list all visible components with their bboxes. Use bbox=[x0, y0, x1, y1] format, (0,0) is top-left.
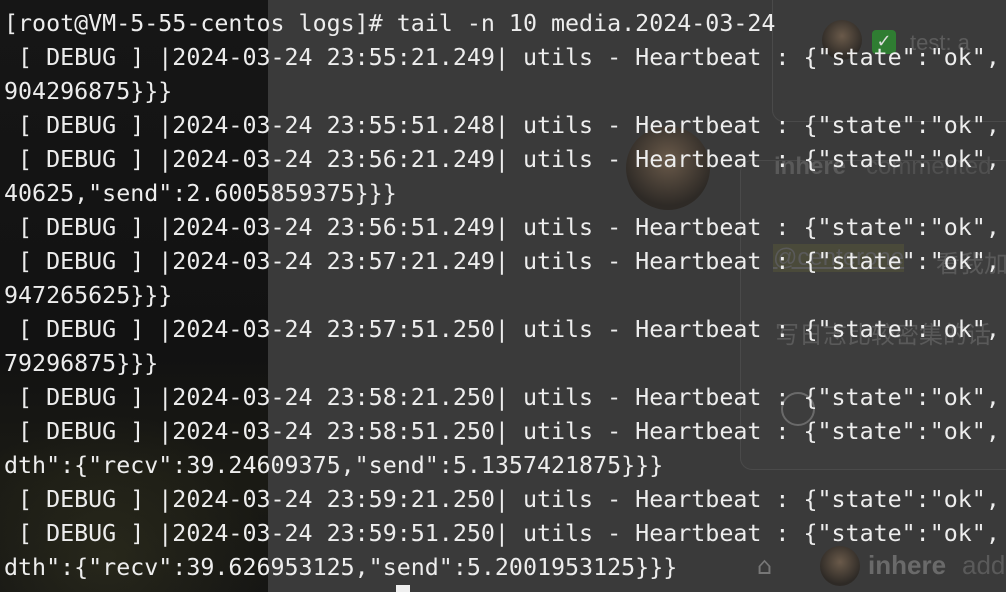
terminal-output[interactable]: [root@VM-5-55-centos logs]# tail -n 10 m… bbox=[0, 0, 1006, 592]
terminal-cursor bbox=[396, 585, 410, 592]
terminal-log-line: dth":{"recv":39.626953125,"send":5.20019… bbox=[4, 554, 678, 581]
terminal-log-line: [ DEBUG ] |2024-03-24 23:56:51.249| util… bbox=[4, 214, 1000, 241]
terminal-log-line: 904296875}}} bbox=[4, 78, 173, 105]
terminal-log-line: [ DEBUG ] |2024-03-24 23:59:51.250| util… bbox=[4, 520, 1000, 547]
terminal-log-line: 947265625}}} bbox=[4, 282, 173, 309]
terminal-log-line: [ DEBUG ] |2024-03-24 23:55:51.248| util… bbox=[4, 112, 1000, 139]
terminal-log-line: [ DEBUG ] |2024-03-24 23:57:51.250| util… bbox=[4, 316, 1000, 343]
terminal-command-line: [root@VM-5-55-centos logs]# tail -n 10 m… bbox=[4, 10, 776, 37]
terminal-log-line: 79296875}}} bbox=[4, 350, 159, 377]
terminal-log-line: [ DEBUG ] |2024-03-24 23:57:21.249| util… bbox=[4, 248, 1000, 275]
terminal-log-line: [ DEBUG ] |2024-03-24 23:58:21.250| util… bbox=[4, 384, 1000, 411]
terminal-log-line: 40625,"send":2.6005859375}}} bbox=[4, 180, 397, 207]
terminal-log-line: [ DEBUG ] |2024-03-24 23:55:21.249| util… bbox=[4, 44, 1000, 71]
screen: ✓ test: a inhere commented @centerone 看我… bbox=[0, 0, 1006, 592]
terminal-log-line: [ DEBUG ] |2024-03-24 23:59:21.250| util… bbox=[4, 486, 1000, 513]
terminal-log-line: [ DEBUG ] |2024-03-24 23:58:51.250| util… bbox=[4, 418, 1000, 445]
terminal-log-line: dth":{"recv":39.24609375,"send":5.135742… bbox=[4, 452, 664, 479]
terminal-log-line: [ DEBUG ] |2024-03-24 23:56:21.249| util… bbox=[4, 146, 1000, 173]
